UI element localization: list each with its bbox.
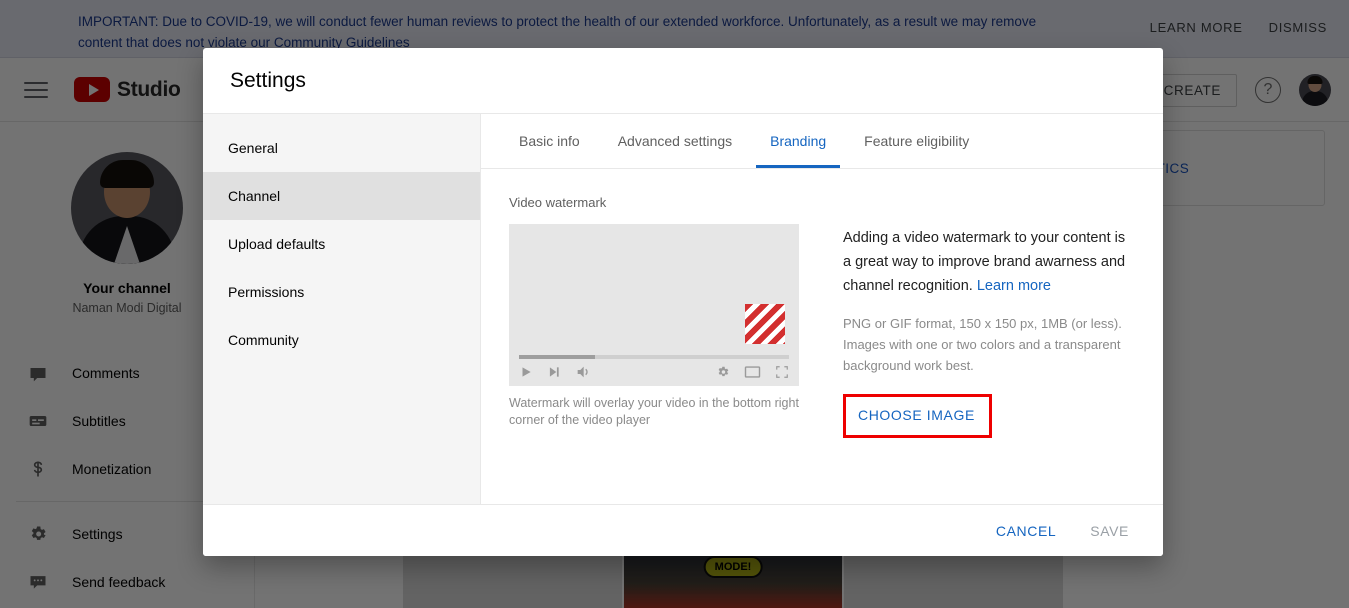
dialog-footer: CANCEL SAVE	[203, 504, 1163, 556]
dialog-nav-general[interactable]: General	[203, 124, 480, 172]
screen: IMPORTANT: Due to COVID-19, we will cond…	[0, 0, 1349, 608]
tab-advanced-settings[interactable]: Advanced settings	[604, 114, 746, 168]
save-button[interactable]: SAVE	[1078, 515, 1141, 547]
progress-bar[interactable]	[519, 355, 789, 359]
dialog-body: General Channel Upload defaults Permissi…	[203, 113, 1163, 504]
preview-caption: Watermark will overlay your video in the…	[509, 396, 799, 427]
tab-label: Feature eligibility	[864, 133, 970, 149]
dialog-nav-label: Upload defaults	[228, 236, 326, 252]
tab-basic-info[interactable]: Basic info	[505, 114, 594, 168]
watermark-requirements: PNG or GIF format, 150 x 150 px, 1MB (or…	[843, 316, 1122, 373]
dialog-main: Basic info Advanced settings Branding Fe…	[481, 114, 1163, 504]
next-icon[interactable]	[547, 365, 561, 379]
choose-image-button[interactable]: CHOOSE IMAGE	[858, 407, 975, 423]
tab-label: Branding	[770, 133, 827, 149]
fullscreen-icon[interactable]	[775, 365, 789, 379]
player-controls	[519, 362, 789, 382]
dialog-title: Settings	[230, 68, 306, 92]
dialog-nav-label: Permissions	[228, 284, 305, 300]
player-controls-left	[519, 364, 591, 380]
settings-dialog: Settings General Channel Upload defaults…	[203, 48, 1163, 556]
dialog-nav-label: Channel	[228, 188, 281, 204]
cancel-button[interactable]: CANCEL	[984, 515, 1068, 547]
dialog-nav: General Channel Upload defaults Permissi…	[203, 114, 481, 504]
theater-mode-icon[interactable]	[744, 365, 761, 379]
tab-label: Advanced settings	[617, 133, 733, 149]
player-controls-right	[716, 365, 789, 379]
dialog-nav-upload-defaults[interactable]: Upload defaults	[203, 220, 480, 268]
tab-branding[interactable]: Branding	[756, 114, 841, 168]
watermark-row: Watermark will overlay your video in the…	[509, 224, 1135, 438]
watermark-description: Adding a video watermark to your content…	[843, 226, 1135, 298]
watermark-preview-column: Watermark will overlay your video in the…	[509, 224, 799, 438]
dialog-nav-community[interactable]: Community	[203, 316, 480, 364]
dialog-nav-label: General	[228, 140, 278, 156]
dialog-nav-label: Community	[228, 332, 299, 348]
learn-more-link[interactable]: Learn more	[977, 278, 1051, 294]
dialog-tabs: Basic info Advanced settings Branding Fe…	[481, 114, 1163, 169]
dialog-nav-channel[interactable]: Channel	[203, 172, 480, 220]
dialog-nav-permissions[interactable]: Permissions	[203, 268, 480, 316]
gear-icon[interactable]	[716, 365, 730, 379]
choose-image-highlight: CHOOSE IMAGE	[843, 394, 992, 438]
tab-label: Basic info	[519, 133, 580, 149]
watermark-placeholder-icon	[745, 304, 785, 344]
watermark-info-column: Adding a video watermark to your content…	[843, 224, 1135, 438]
tab-feature-eligibility[interactable]: Feature eligibility	[850, 114, 983, 168]
branding-panel: Video watermark Watermark will overlay y…	[481, 169, 1163, 504]
play-icon[interactable]	[519, 365, 533, 379]
section-label: Video watermark	[509, 195, 607, 210]
video-player-preview	[509, 224, 799, 386]
volume-icon[interactable]	[575, 364, 591, 380]
dialog-header: Settings	[203, 48, 1163, 113]
